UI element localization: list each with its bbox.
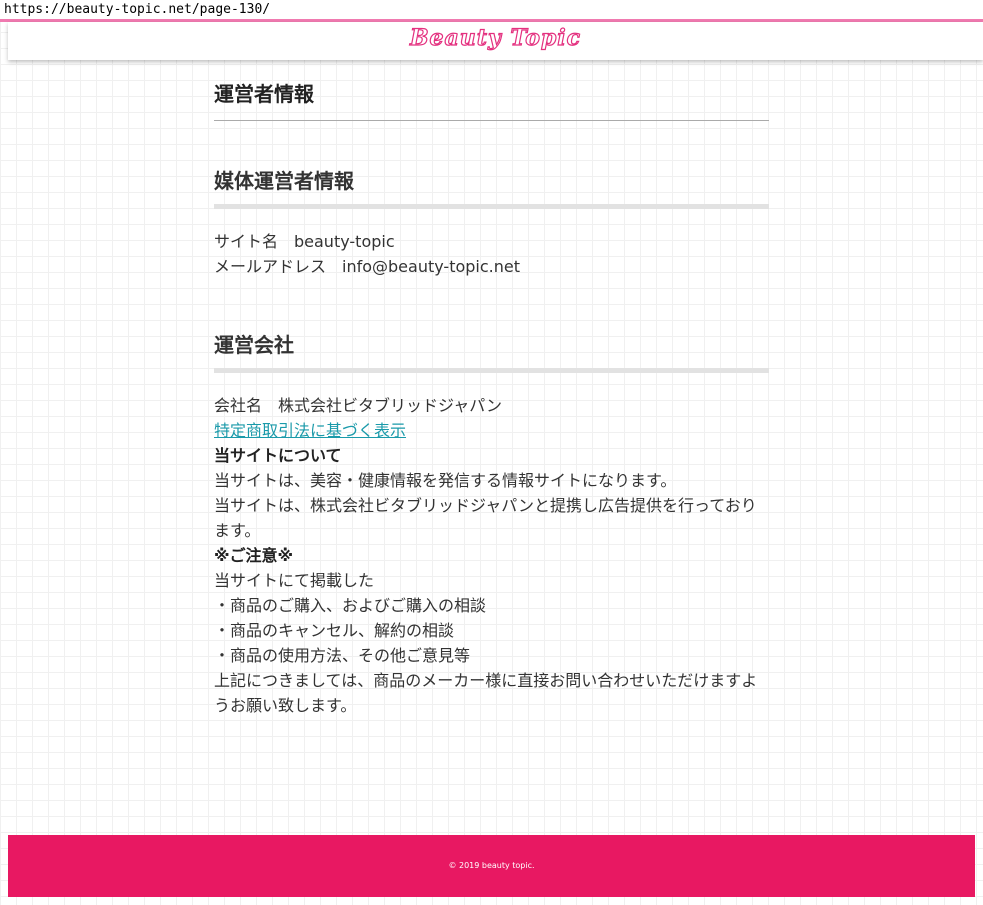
about-site-heading: 当サイトについて bbox=[214, 446, 342, 465]
notice-intro: 当サイトにて掲載した bbox=[214, 571, 375, 590]
list-item: ・商品のご購入、およびご購入の相談 bbox=[214, 596, 487, 615]
site-footer: © 2019 beauty topic. bbox=[8, 835, 975, 897]
company-info-block: 会社名 株式会社ビタブリッドジャパン 特定商取引法に基づく表示 当サイトについて… bbox=[214, 393, 769, 718]
email-line: メールアドレス info@beauty-topic.net bbox=[214, 257, 520, 276]
site-name-line: サイト名 beauty-topic bbox=[214, 232, 395, 251]
operating-company-heading: 運営会社 bbox=[214, 329, 769, 373]
site-info-block: サイト名 beauty-topic メールアドレス info@beauty-to… bbox=[214, 229, 769, 279]
copyright-text: © 2019 beauty topic. bbox=[448, 861, 535, 870]
main-content: 運営者情報 媒体運営者情報 サイト名 beauty-topic メールアドレス … bbox=[214, 60, 769, 718]
list-item: ・商品の使用方法、その他ご意見等 bbox=[214, 646, 471, 665]
notice-heading: ※ご注意※ bbox=[214, 546, 294, 565]
site-header: Beauty Topic bbox=[8, 22, 983, 60]
site-logo[interactable]: Beauty Topic bbox=[409, 24, 581, 51]
tokusho-link[interactable]: 特定商取引法に基づく表示 bbox=[214, 421, 406, 440]
address-bar[interactable]: https://beauty-topic.net/page-130/ bbox=[0, 0, 983, 20]
list-item: ・商品のキャンセル、解約の相談 bbox=[214, 621, 455, 640]
about-line-2: 当サイトは、株式会社ビタブリッドジャパンと提携し広告提供を行っております。 bbox=[214, 496, 757, 540]
company-name-line: 会社名 株式会社ビタブリッドジャパン bbox=[214, 396, 503, 415]
page-title: 運営者情報 bbox=[214, 60, 769, 121]
media-operator-heading: 媒体運営者情報 bbox=[214, 165, 769, 209]
notice-footer: 上記につきましては、商品のメーカー様に直接お問い合わせいただけますようお願い致し… bbox=[214, 671, 758, 715]
about-line-1: 当サイトは、美容・健康情報を発信する情報サイトになります。 bbox=[214, 471, 677, 490]
